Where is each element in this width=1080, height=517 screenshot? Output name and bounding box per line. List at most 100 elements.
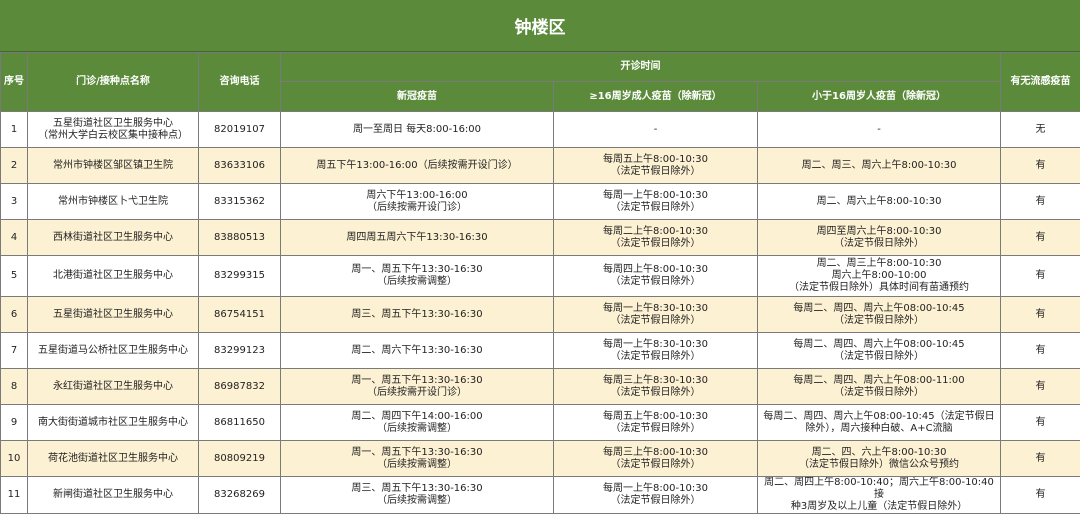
cell-name: 永红街道社区卫生服务中心 xyxy=(27,368,199,405)
cell-adult: 每周三上午8:00-10:30 （法定节假日除外） xyxy=(553,440,758,477)
cell-child-line: 周二、周四上午8:00-10:40；周六上午8:00-10:40接 xyxy=(764,477,994,501)
cell-seq-line: 7 xyxy=(10,344,18,356)
table-row: 9 南大街街道城市社区卫生服务中心 86811650 周二、周四下午14:00-16:… xyxy=(0,404,1080,441)
cell-covid-line: 周一、周五下午13:30-16:30 xyxy=(351,264,483,275)
cell-seq: 11 xyxy=(0,476,28,514)
cell-adult: 每周一上午8:30-10:30 （法定节假日除外） xyxy=(553,332,758,369)
page-title: 钟楼区 xyxy=(0,0,1080,52)
cell-covid-line: （后续按需调整） xyxy=(377,276,457,287)
cell-name-line: 永红街道社区卫生服务中心 xyxy=(53,380,173,392)
cell-child-line: 周六上午8:00-10:00 xyxy=(831,270,927,281)
cell-adult: 每周五上午8:00-10:30 （法定节假日除外） xyxy=(553,404,758,441)
cell-adult-line: （法定节假日除外） xyxy=(610,458,701,470)
cell-covid-line: 周六下午13:00-16:00 xyxy=(366,189,468,201)
cell-name-line: 新闸街道社区卫生服务中心 xyxy=(53,489,173,500)
cell-child: 周二、周六上午8:00-10:30 xyxy=(756,183,1002,220)
cell-child: 每周二、周四、周六上午08:00-10:45 （法定节假日除外） xyxy=(756,332,1002,369)
cell-seq-line: 3 xyxy=(10,195,18,207)
cell-flu: 有 xyxy=(1000,476,1080,514)
cell-name-line: 荷花池街道社区卫生服务中心 xyxy=(48,452,178,464)
cell-covid: 周一、周五下午13:30-16:30 （后续按需调整） xyxy=(280,255,554,297)
cell-name-line: 五星街道社区卫生服务中心 xyxy=(53,117,173,129)
cell-flu-line: 有 xyxy=(1035,380,1046,392)
cell-phone-line: 83880513 xyxy=(214,231,265,243)
cell-adult-line: （法定节假日除外） xyxy=(610,495,701,506)
cell-phone: 83315362 xyxy=(198,183,281,220)
cell-adult-line: 每周五上午8:00-10:30 xyxy=(603,410,708,422)
header-seq: 序号 xyxy=(0,52,28,112)
cell-phone: 83299315 xyxy=(198,255,281,297)
cell-phone-line: 83299315 xyxy=(214,270,265,281)
cell-covid: 周二、周四下午14:00-16:00 （后续按需调整） xyxy=(280,404,554,441)
cell-covid: 周六下午13:00-16:00 （后续按需开设门诊） xyxy=(280,183,554,220)
cell-seq: 6 xyxy=(0,296,28,333)
cell-adult: 每周三上午8:30-10:30 （法定节假日除外） xyxy=(553,368,758,405)
cell-name: 南大街街道城市社区卫生服务中心 xyxy=(27,404,199,441)
cell-flu-line: 有 xyxy=(1035,344,1046,356)
cell-adult-line: （法定节假日除外） xyxy=(610,237,701,249)
table-row: 3 常州市钟楼区卜弋卫生院 83315362 周六下午13:00-16:00 （后续按需… xyxy=(0,183,1080,220)
cell-seq: 5 xyxy=(0,255,28,297)
cell-name: 五星街道马公桥社区卫生服务中心 xyxy=(27,332,199,369)
cell-child-line: 除外），周六接种白破、A+C流脑 xyxy=(805,422,953,434)
cell-name-line: 西林街道社区卫生服务中心 xyxy=(53,231,173,243)
cell-adult-line: （法定节假日除外） xyxy=(610,386,701,398)
cell-flu-line: 有 xyxy=(1035,270,1046,281)
cell-name-line: 北港街道社区卫生服务中心 xyxy=(53,270,173,281)
table-row: 7 五星街道马公桥社区卫生服务中心 83299123 周二、周六下午13:30-16:… xyxy=(0,332,1080,369)
page: 钟楼区 序号 门诊/接种点名称 咨询电话 开诊时间 有无流感疫苗 新冠疫苗 ≥1… xyxy=(0,0,1080,517)
cell-child-line: 每周二、周四、周六上午08:00-10:45 xyxy=(793,302,965,314)
cell-seq-line: 5 xyxy=(10,270,18,281)
table-row: 4 西林街道社区卫生服务中心 83880513 周四周五周六下午13:30-16:30… xyxy=(0,219,1080,256)
cell-covid-line: （后续按需调整） xyxy=(377,422,457,434)
cell-seq-line: 11 xyxy=(7,489,21,500)
cell-child: 周二、周四上午8:00-10:40；周六上午8:00-10:40接 种3周岁及以上… xyxy=(756,476,1002,514)
header-covid: 新冠疫苗 xyxy=(280,81,554,112)
table-row: 11 新闸街道社区卫生服务中心 83268269 周三、周五下午13:30-16:30… xyxy=(0,476,1080,514)
cell-flu-line: 有 xyxy=(1035,308,1046,320)
cell-covid-line: 周三、周五下午13:30-16:30 xyxy=(351,483,483,494)
cell-phone: 86811650 xyxy=(198,404,281,441)
cell-adult-line: 每周一上午8:30-10:30 xyxy=(603,338,708,350)
cell-name: 常州市钟楼区卜弋卫生院 xyxy=(27,183,199,220)
cell-flu: 有 xyxy=(1000,183,1080,220)
cell-phone: 83633106 xyxy=(198,147,281,184)
cell-flu: 有 xyxy=(1000,440,1080,477)
cell-name-line: 五星街道社区卫生服务中心 xyxy=(53,308,173,320)
cell-child: 周二、周三、周六上午8:00-10:30 xyxy=(756,147,1002,184)
cell-seq-line: 4 xyxy=(10,231,18,243)
cell-phone: 82019107 xyxy=(198,111,281,148)
cell-covid: 周三、周五下午13:30-16:30 （后续按需调整） xyxy=(280,476,554,514)
cell-child-line: 种3周岁及以上儿童（法定节假日除外） xyxy=(790,501,968,512)
cell-adult: 每周五上午8:00-10:30 （法定节假日除外） xyxy=(553,147,758,184)
cell-flu: 有 xyxy=(1000,219,1080,256)
cell-adult: 每周一上午8:00-10:30 （法定节假日除外） xyxy=(553,183,758,220)
table-row: 10 荷花池街道社区卫生服务中心 80809219 周一、周五下午13:30-16:3… xyxy=(0,440,1080,477)
cell-flu: 有 xyxy=(1000,404,1080,441)
cell-phone: 86754151 xyxy=(198,296,281,333)
cell-flu: 有 xyxy=(1000,147,1080,184)
cell-covid: 周一、周五下午13:30-16:30 （后续按需调整） xyxy=(280,440,554,477)
cell-covid-line: 周二、周四下午14:00-16:00 xyxy=(351,410,483,422)
cell-adult-line: 每周四上午8:00-10:30 xyxy=(603,264,708,275)
cell-seq: 1 xyxy=(0,111,28,148)
cell-name: 荷花池街道社区卫生服务中心 xyxy=(27,440,199,477)
header-adult: ≥16周岁成人疫苗（除新冠） xyxy=(553,81,758,112)
cell-child-line: （法定节假日除外） xyxy=(834,237,925,249)
cell-name-line: 五星街道马公桥社区卫生服务中心 xyxy=(38,344,188,356)
cell-name-line: 南大街街道城市社区卫生服务中心 xyxy=(38,416,188,428)
cell-child: 周二、周三上午8:00-10:30 周六上午8:00-10:00 （法定节假日除外）… xyxy=(756,255,1002,297)
cell-child-line: 每周二、周四、周六上午08:00-10:45 xyxy=(793,338,965,350)
cell-adult-line: （法定节假日除外） xyxy=(610,165,701,177)
header-hours: 开诊时间 xyxy=(279,52,1002,82)
cell-flu: 无 xyxy=(1000,111,1080,148)
cell-child: 每周二、周四、周六上午08:00-10:45（法定节假日 除外），周六接种白破、A… xyxy=(756,404,1002,441)
cell-adult-line: 每周二上午8:00-10:30 xyxy=(603,225,708,237)
cell-phone-line: 86811650 xyxy=(214,416,265,428)
cell-phone-line: 86754151 xyxy=(214,308,265,320)
header-name: 门诊/接种点名称 xyxy=(27,52,199,112)
cell-seq: 10 xyxy=(0,440,28,477)
header-flu: 有无流感疫苗 xyxy=(1000,52,1080,112)
cell-child-line: 周二、周六上午8:00-10:30 xyxy=(816,195,942,207)
cell-adult: 每周一上午8:30-10:30 （法定节假日除外） xyxy=(553,296,758,333)
